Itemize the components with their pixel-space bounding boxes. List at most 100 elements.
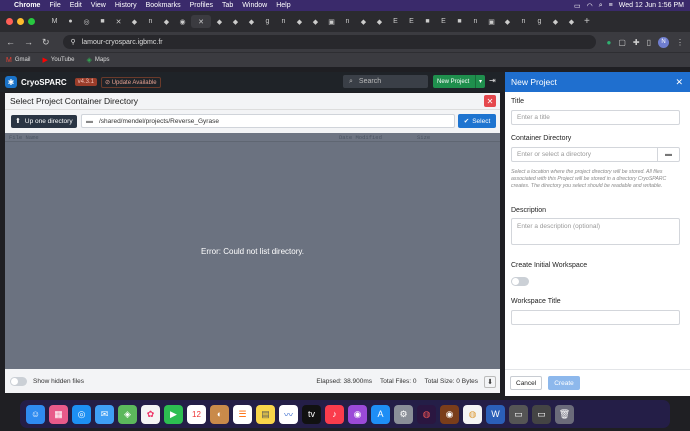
description-textarea[interactable]: Enter a description (optional) [511,218,680,245]
browser-tab[interactable]: n [276,15,291,28]
menu-history[interactable]: History [115,2,137,9]
freeform-icon[interactable]: 〰 [279,404,298,424]
more-menu-icon[interactable]: ⋮ [676,38,684,47]
browser-tab-active[interactable]: ✕ [191,15,211,28]
podcasts-icon[interactable]: ◉ [348,404,367,424]
column-date-modified[interactable]: Date Modified [339,134,417,141]
browser-tab[interactable]: ◉ [175,15,190,28]
browser-tab[interactable]: ◆ [127,15,142,28]
app-store-icon[interactable]: A [371,404,390,424]
trash-icon[interactable]: 🗑 [555,404,574,424]
extensions-puzzle-icon[interactable]: ✚ [633,38,640,47]
maps-app-icon[interactable]: ◈ [118,404,137,424]
app-icon[interactable]: ◉ [440,404,459,424]
browser-tab[interactable]: n [143,15,158,28]
bookmark-youtube[interactable]: ▶ YouTube [43,56,75,64]
browser-tab[interactable]: ■ [95,15,110,28]
maximize-window-icon[interactable] [28,18,35,25]
safari-icon[interactable]: ◎ [72,404,91,424]
wifi-icon[interactable]: ◠ [587,2,593,10]
column-size[interactable]: Size [417,134,477,141]
browser-tab[interactable]: n [468,15,483,28]
calendar-icon[interactable]: 12 [187,404,206,424]
url-bar[interactable]: ⚲ lamour-cryosparc.igbmc.fr [62,35,597,49]
search-field[interactable]: ⌕ Search [343,75,428,88]
browser-tab[interactable]: ■ [452,15,467,28]
bookmark-gmail[interactable]: M Gmail [6,57,31,64]
browser-tab[interactable]: E [404,15,419,28]
browser-tab[interactable]: g [532,15,547,28]
photos-icon[interactable]: ✿ [141,404,160,424]
browser-tab[interactable]: ◆ [564,15,579,28]
cancel-button[interactable]: Cancel [510,376,543,390]
path-input[interactable]: ▬ /shared/mendel/projects/Reverse_Gyrase [81,114,455,128]
battery-icon[interactable]: ▭ [574,2,581,10]
profile-avatar[interactable]: N [658,36,669,48]
music-icon[interactable]: ♪ [325,404,344,424]
bookmark-maps[interactable]: ◈ Maps [86,56,109,64]
folder-browse-icon[interactable]: ▬ [657,148,679,161]
menu-window[interactable]: Window [242,2,267,9]
browser-tab[interactable]: ◎ [79,15,94,28]
workspace-title-input[interactable] [511,310,680,325]
menu-bookmarks[interactable]: Bookmarks [146,2,181,9]
title-input[interactable]: Enter a title [511,110,680,125]
sidebar-icon[interactable]: ▯ [647,38,651,47]
browser-tab[interactable]: ▣ [324,15,339,28]
browser-tab[interactable]: ◆ [212,15,227,28]
grammarly-extension-icon[interactable]: ● [606,38,611,47]
contacts-icon[interactable]: ◐ [210,404,229,424]
logout-icon[interactable]: ⇥ [489,76,496,85]
menu-app-name[interactable]: Chrome [14,2,40,9]
reload-icon[interactable]: ↻ [42,37,50,48]
up-directory-button[interactable]: ⬆ Up one directory [11,114,77,128]
column-file-name[interactable]: File Name [9,134,339,141]
finder-icon[interactable]: ☺ [26,404,45,424]
apple-tv-icon[interactable]: tv [302,404,321,424]
app-icon[interactable]: ◍ [417,404,436,424]
control-center-icon[interactable]: ≡ [609,2,613,9]
browser-tab[interactable]: ◆ [372,15,387,28]
download-icon[interactable]: ⬇ [484,375,496,388]
browser-tab[interactable]: g [260,15,275,28]
update-available-button[interactable]: ⊘ Update Available [101,76,161,88]
browser-tab[interactable]: ◆ [228,15,243,28]
create-workspace-toggle[interactable] [511,277,529,286]
browser-tab[interactable]: E [388,15,403,28]
browser-tab[interactable]: ◆ [356,15,371,28]
new-tab-icon[interactable]: + [584,16,590,27]
launchpad-icon[interactable]: ▦ [49,404,68,424]
browser-tab[interactable]: n [340,15,355,28]
forward-icon[interactable]: → [24,37,33,47]
browser-tab[interactable]: ◆ [292,15,307,28]
browser-tab[interactable]: E [436,15,451,28]
browser-tab[interactable]: ● [63,15,78,28]
browser-tab[interactable]: ◆ [159,15,174,28]
mail-icon[interactable]: ✉ [95,404,114,424]
menu-view[interactable]: View [91,2,106,9]
browser-tab[interactable]: ■ [420,15,435,28]
site-info-icon[interactable]: ⚲ [71,38,76,46]
system-settings-icon[interactable]: ⚙ [394,404,413,424]
show-hidden-toggle[interactable] [10,377,27,386]
browser-tab[interactable]: M [47,15,62,28]
close-window-icon[interactable] [6,18,13,25]
chrome-icon[interactable]: ◍ [463,404,482,424]
word-icon[interactable]: W [486,404,505,424]
camera-extension-icon[interactable]: ▢ [618,38,626,47]
browser-tab[interactable]: ◆ [308,15,323,28]
browser-tab[interactable]: n [516,15,531,28]
window-preview-icon[interactable]: ▭ [532,404,551,424]
menu-help[interactable]: Help [276,2,290,9]
notes-icon[interactable]: ▤ [256,404,275,424]
browser-tab[interactable]: ▣ [484,15,499,28]
create-button[interactable]: Create [548,376,580,390]
cryosparc-logo-icon[interactable]: ✱ [5,76,17,88]
browser-tab[interactable]: ◆ [244,15,259,28]
reminders-icon[interactable]: ☰ [233,404,252,424]
browser-tab[interactable]: ◆ [548,15,563,28]
close-icon[interactable]: ✕ [675,77,683,88]
menu-profiles[interactable]: Profiles [190,2,213,9]
minimize-window-icon[interactable] [17,18,24,25]
menu-edit[interactable]: Edit [70,2,82,9]
